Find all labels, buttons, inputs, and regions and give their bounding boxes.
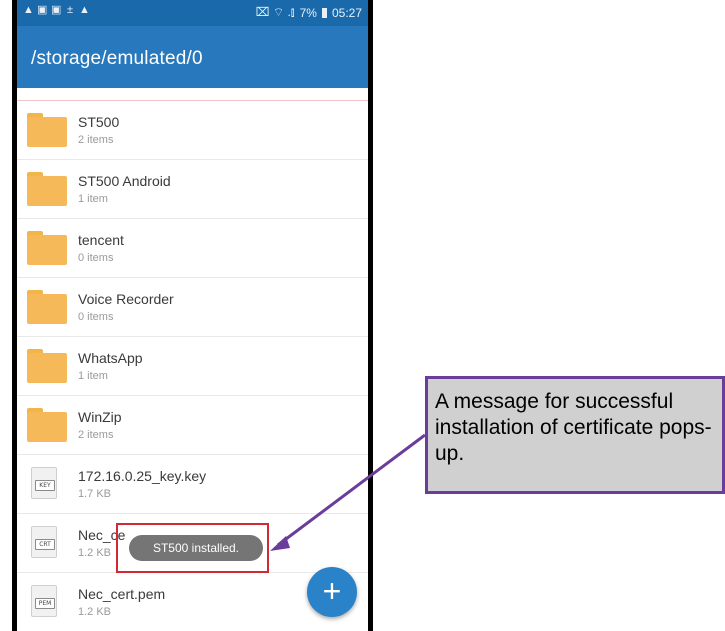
warning-icon: ▲	[79, 4, 90, 16]
item-name: ST500	[78, 114, 120, 130]
item-details: 1 item	[78, 370, 108, 382]
list-item-file[interactable]: KEY 172.16.0.25_key.key 1.7 KB	[17, 455, 368, 514]
item-name: Nec_cert.pem	[78, 586, 166, 602]
add-button[interactable]: +	[307, 567, 357, 617]
list-item-folder[interactable]: ST500 2 items	[17, 101, 368, 160]
item-details: 1 item	[78, 193, 108, 205]
item-details: 0 items	[78, 252, 114, 264]
path-title: /storage/emulated/0	[31, 48, 203, 69]
notification-icons: ▲ ▣ ▣ ± ▲	[23, 4, 90, 16]
item-details: 2 items	[78, 134, 114, 146]
folder-icon	[27, 408, 67, 442]
battery-level: 7%	[299, 5, 317, 20]
list-item-folder[interactable]: WinZip 2 items	[17, 396, 368, 455]
item-name: WinZip	[78, 409, 122, 425]
item-details: 1.7 KB	[78, 488, 112, 500]
callout-text: A message for successful installation of…	[435, 390, 712, 465]
file-type-label: CRT	[35, 539, 55, 550]
item-name: ST500 Android	[78, 173, 171, 189]
plus-icon: +	[322, 573, 342, 609]
clock: 05:27	[331, 5, 362, 20]
item-details: 1.2 KB	[78, 547, 112, 559]
list-item-folder[interactable]: Voice Recorder 0 items	[17, 278, 368, 337]
status-bar: ▲ ▣ ▣ ± ▲ ⌧ ⌔ .⫾ 7% 05:27	[17, 0, 368, 26]
toast-highlight-box	[116, 523, 269, 573]
annotation-callout: A message for successful installation of…	[425, 376, 725, 494]
item-details: 1.2 KB	[78, 606, 112, 618]
system-icons: ⌧ ⌔ .⫾ 7% 05:27	[256, 5, 362, 20]
item-name: WhatsApp	[78, 350, 143, 366]
file-type-label: PEM	[35, 598, 55, 609]
signal-icons: ⌧ ⌔ .⫾	[255, 5, 295, 19]
battery-icon	[321, 7, 327, 18]
key-file-icon: KEY	[31, 467, 57, 499]
list-item-folder[interactable]: WhatsApp 1 item	[17, 337, 368, 396]
warning-icon: ▲	[23, 4, 34, 16]
list-item-folder[interactable]: ST500 Android 1 item	[17, 160, 368, 219]
item-name: 172.16.0.25_key.key	[78, 468, 207, 484]
pem-file-icon: PEM	[31, 585, 57, 617]
folder-icon	[27, 349, 67, 383]
folder-icon	[27, 231, 67, 265]
folder-icon	[27, 290, 67, 324]
folder-icon	[27, 172, 67, 206]
file-type-label: KEY	[35, 480, 55, 491]
app-bar: /storage/emulated/0	[17, 26, 368, 88]
item-details: 2 items	[78, 429, 114, 441]
download-icon: ±	[66, 4, 74, 16]
list-item-folder[interactable]: tencent 0 items	[17, 219, 368, 278]
item-name: Voice Recorder	[78, 291, 174, 307]
item-details: 0 items	[78, 311, 114, 323]
message-icon: ▣	[51, 4, 62, 16]
item-name: tencent	[78, 232, 124, 248]
certificate-file-icon: CRT	[31, 526, 57, 558]
folder-icon	[27, 113, 67, 147]
image-icon: ▣	[37, 4, 48, 16]
